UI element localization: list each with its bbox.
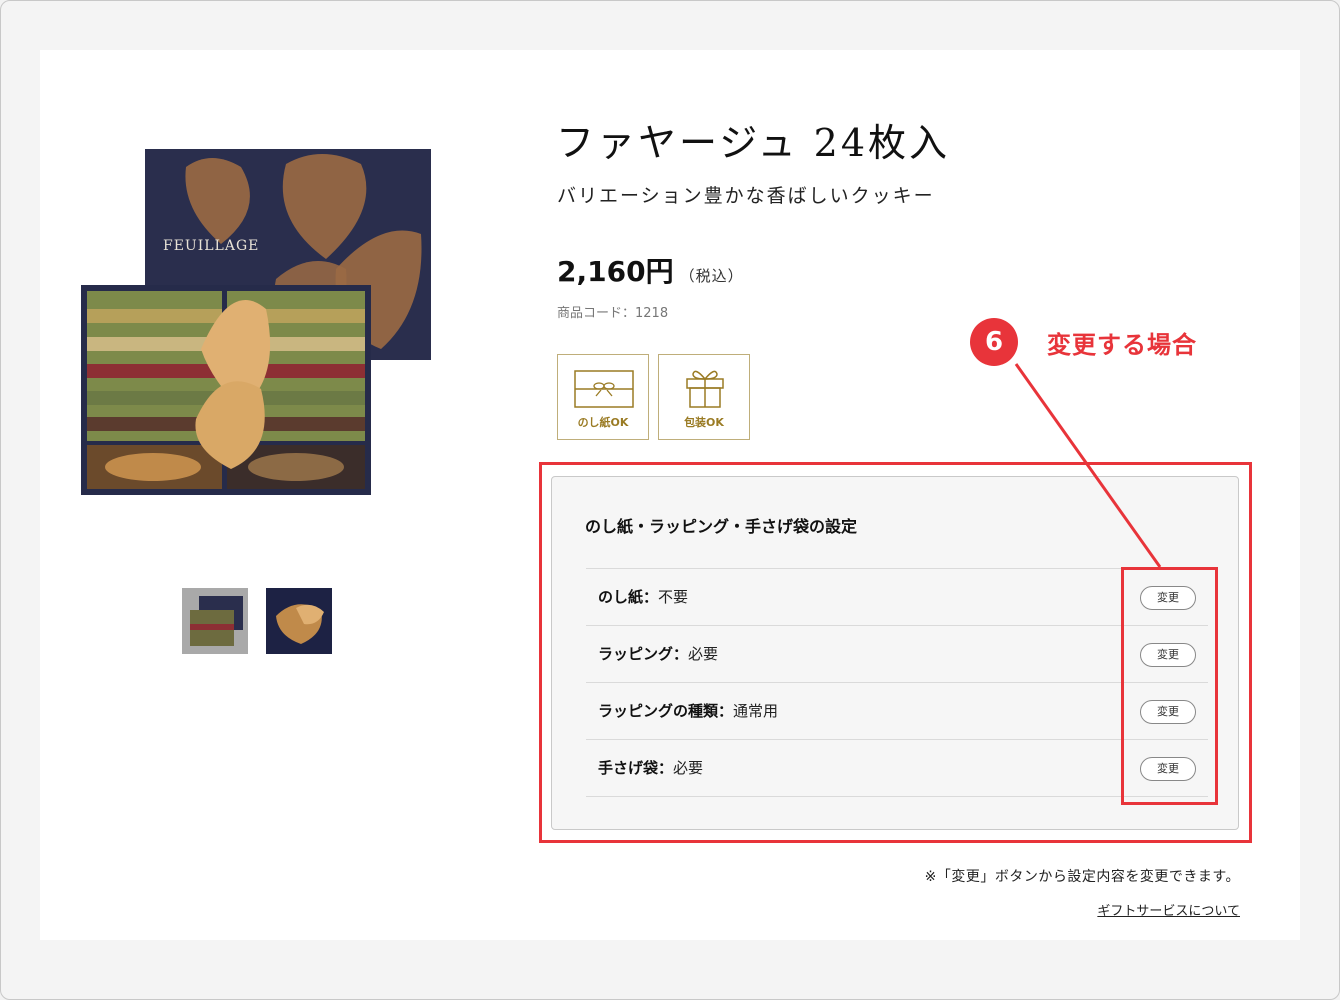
- badge-noshi-label: のし紙OK: [577, 416, 629, 429]
- gift-box-icon: [686, 370, 724, 408]
- product-price: 2,160円 （税込）: [557, 250, 744, 290]
- annotation-step-number: 6: [970, 318, 1018, 366]
- product-title: ファヤージュ 24枚入: [556, 121, 951, 165]
- badge-noshi: のし紙OK: [557, 354, 649, 440]
- noshi-envelope-icon: [574, 370, 634, 408]
- product-thumbnail-1[interactable]: [182, 588, 248, 654]
- product-brand-text: FEUILLAGE: [163, 238, 259, 254]
- price-value: 2,160円: [557, 255, 674, 288]
- product-subtitle: バリエーション豊かな香ばしいクッキー: [557, 185, 935, 207]
- tax-note: （税込）: [679, 267, 744, 285]
- product-main-image: FEUILLAGE: [81, 149, 433, 499]
- product-code: 商品コード：1218: [557, 306, 669, 321]
- product-thumbnail-2[interactable]: [266, 588, 332, 654]
- gift-service-link[interactable]: ギフトサービスについて: [1097, 900, 1240, 919]
- annotation-change-buttons-box: [1121, 567, 1218, 805]
- badge-wrapping: 包装OK: [658, 354, 750, 440]
- change-note: ※「変更」ボタンから設定内容を変更できます。: [924, 869, 1240, 885]
- annotation-step-label: 変更する場合: [1047, 331, 1197, 359]
- badge-wrapping-label: 包装OK: [684, 416, 724, 429]
